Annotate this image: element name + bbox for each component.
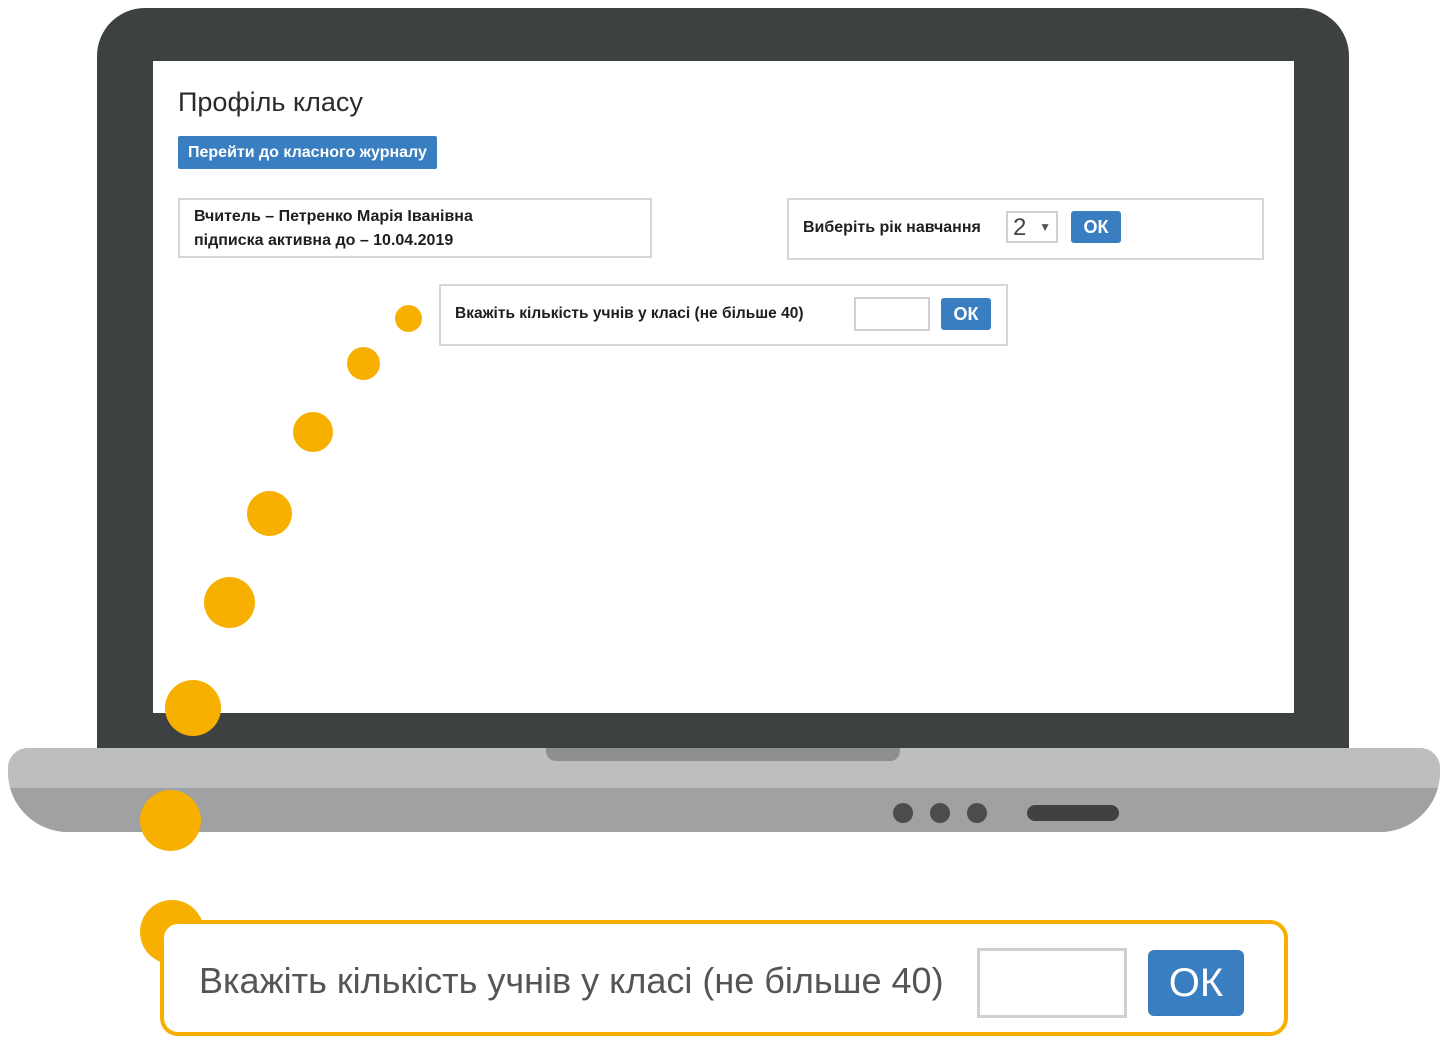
- callout-student-count-input[interactable]: [977, 948, 1127, 1018]
- study-year-select[interactable]: 2 ▼: [1006, 211, 1058, 243]
- teacher-info-panel: Вчитель – Петренко Марія Іванівна підпис…: [178, 198, 652, 258]
- indicator-light: [930, 803, 950, 823]
- chevron-down-icon: ▼: [1039, 220, 1051, 234]
- connector-dot: [140, 790, 201, 851]
- laptop-base-bottom: [8, 788, 1440, 832]
- connector-dot: [204, 577, 255, 628]
- study-year-panel: Виберіть рік навчання 2 ▼ ОК: [787, 198, 1264, 260]
- callout-student-count-label: Вкажіть кількість учнів у класі (не біль…: [199, 960, 944, 1001]
- teacher-name: Вчитель – Петренко Марія Іванівна: [194, 208, 473, 225]
- speaker-grille: [1027, 805, 1119, 821]
- laptop-screen: Профіль класу Перейти до класного журнал…: [153, 61, 1294, 713]
- page-title: Профіль класу: [178, 87, 363, 117]
- student-count-input[interactable]: [854, 297, 930, 331]
- connector-dot: [347, 347, 380, 380]
- indicator-light: [967, 803, 987, 823]
- laptop-hinge: [546, 748, 900, 761]
- callout-ok-button[interactable]: ОК: [1148, 950, 1244, 1016]
- student-count-panel: Вкажіть кількість учнів у класі (не біль…: [439, 284, 1008, 346]
- subscription-status: підписка активна до – 10.04.2019: [194, 232, 454, 249]
- study-year-ok-button[interactable]: ОК: [1071, 211, 1121, 243]
- student-count-label: Вкажіть кількість учнів у класі (не біль…: [455, 305, 804, 322]
- student-count-ok-button[interactable]: ОК: [941, 298, 991, 330]
- connector-dot: [247, 491, 292, 536]
- go-to-journal-button[interactable]: Перейти до класного журналу: [178, 136, 437, 169]
- connector-dot: [293, 412, 333, 452]
- study-year-value: 2: [1013, 214, 1027, 241]
- indicator-light: [893, 803, 913, 823]
- connector-dot: [165, 680, 221, 736]
- connector-dot: [395, 305, 422, 332]
- zoomed-callout: Вкажіть кількість учнів у класі (не біль…: [160, 920, 1288, 1036]
- study-year-label: Виберіть рік навчання: [803, 219, 981, 236]
